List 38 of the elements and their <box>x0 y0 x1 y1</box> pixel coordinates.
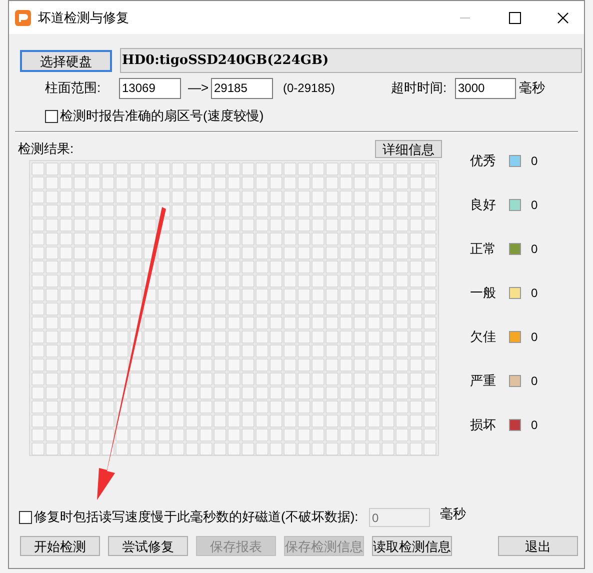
checkbox[interactable] <box>45 110 58 122</box>
range-hint: (0-29185) <box>283 80 336 97</box>
legend-label: 损坏 <box>470 416 497 434</box>
legend-count: 0 <box>531 241 538 258</box>
repair-slow-label: 修复时包括读写速度慢于此毫秒数的好磁道(不破坏数据): <box>34 508 360 526</box>
range-end-field[interactable]: 29185 <box>211 78 273 98</box>
app-logo-icon <box>15 10 31 26</box>
details-button[interactable]: 详细信息 <box>375 140 442 158</box>
legend-label: 一般 <box>470 284 497 302</box>
timeout-label: 超时时间: <box>391 79 448 98</box>
legend-count: 0 <box>531 285 538 302</box>
maximize-icon[interactable] <box>509 12 521 24</box>
timeout-unit: 毫秒 <box>519 79 545 98</box>
legend-count: 0 <box>531 373 538 390</box>
disk-name-field: HD0:tigoSSD240GB(224GB) <box>120 48 582 73</box>
legend-count: 0 <box>531 153 538 170</box>
legend-label: 严重 <box>470 372 497 390</box>
results-label: 检测结果: <box>18 140 74 158</box>
legend-count: 0 <box>531 417 538 434</box>
window-title: 坏道检测与修复 <box>38 8 129 27</box>
legend-count: 0 <box>531 329 538 346</box>
legend-count: 0 <box>531 197 538 214</box>
action-button[interactable]: 开始检测 <box>20 536 100 556</box>
timeout-field[interactable]: 3000 <box>455 78 516 98</box>
legend-label: 欠佳 <box>470 328 497 346</box>
range-start-field[interactable]: 13069 <box>119 78 181 98</box>
slow-threshold-unit: 毫秒 <box>440 505 466 524</box>
exact-sector-label: 检测时报告准确的扇区号(速度较慢) <box>60 107 264 126</box>
range-arrow: —> <box>188 79 210 98</box>
range-label: 柱面范围: <box>45 79 102 98</box>
action-button[interactable]: 退出 <box>498 536 578 556</box>
close-icon[interactable] <box>557 12 569 24</box>
legend-label: 良好 <box>470 196 497 214</box>
legend-label: 优秀 <box>470 152 497 170</box>
action-button[interactable]: 读取检测信息 <box>372 536 452 556</box>
legend-label: 正常 <box>470 240 497 258</box>
action-button[interactable]: 尝试修复 <box>108 536 188 556</box>
select-disk-button[interactable]: 选择硬盘 <box>20 50 112 72</box>
